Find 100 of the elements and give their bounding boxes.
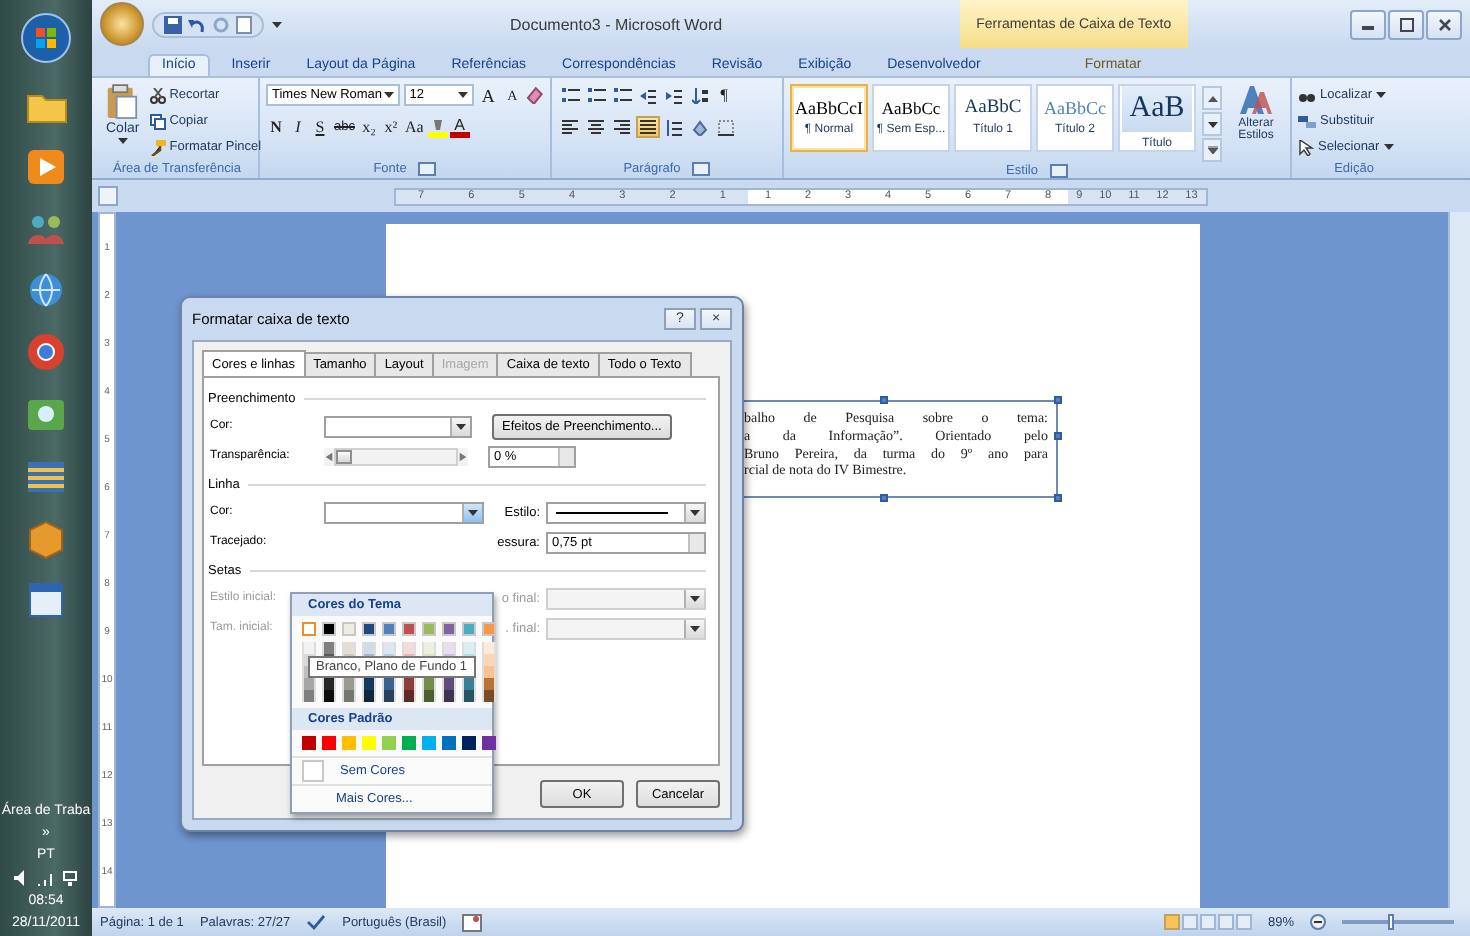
dialog-launcher-icon <box>418 159 437 177</box>
align-left-icon <box>562 119 578 135</box>
dialog-launcher-icon <box>692 159 711 177</box>
document-icon[interactable] <box>236 15 252 33</box>
scissors-icon <box>149 87 166 103</box>
caret-icon <box>690 595 700 601</box>
close-icon <box>1437 17 1451 31</box>
circle-icon[interactable] <box>24 330 68 374</box>
show-marks-button[interactable]: ¶ <box>714 84 734 106</box>
increase-indent-button[interactable] <box>662 84 686 106</box>
grow-font-button[interactable]: A <box>478 84 499 106</box>
window-title: Documento3 - Microsoft Word <box>510 15 723 33</box>
caret-icon <box>1376 92 1387 98</box>
caret-icon <box>456 423 466 429</box>
slider-right-arrow-icon[interactable] <box>458 447 468 465</box>
align-center-icon <box>588 119 604 135</box>
font-color-button[interactable]: A <box>449 116 470 138</box>
sort-button[interactable] <box>688 84 712 106</box>
align-button[interactable] <box>584 116 608 138</box>
scroll-up-button[interactable] <box>1202 86 1222 110</box>
align-button[interactable] <box>610 116 634 138</box>
format-button[interactable]: Aa <box>402 116 426 138</box>
color-swatch[interactable] <box>302 622 316 636</box>
caret-icon <box>690 625 700 631</box>
restore-icon <box>1399 17 1413 31</box>
format-button[interactable]: I <box>288 116 308 138</box>
play-icon[interactable] <box>24 144 68 188</box>
resize-handle[interactable] <box>1054 432 1062 440</box>
bullets-button[interactable] <box>558 84 582 106</box>
paintbrush-icon <box>149 139 166 155</box>
macro-icon[interactable] <box>462 913 483 931</box>
line-style-dropdown[interactable] <box>546 501 706 523</box>
borders-button[interactable] <box>714 116 738 138</box>
network-icon[interactable] <box>62 870 78 886</box>
minimize-button[interactable] <box>1350 9 1386 39</box>
color-shade-column[interactable] <box>482 642 496 702</box>
resize-handle[interactable] <box>880 396 888 404</box>
transparency-slider[interactable] <box>334 447 458 465</box>
zoom-out-icon[interactable] <box>1310 914 1326 930</box>
color-swatch[interactable] <box>482 736 496 750</box>
format-button[interactable]: x² <box>380 116 401 138</box>
align-right-icon <box>614 119 630 135</box>
letters-icon <box>1238 84 1274 116</box>
up-arrow-icon <box>1207 95 1217 101</box>
caret-icon <box>1383 144 1394 150</box>
decrease-indent-button[interactable] <box>636 84 660 106</box>
vertical-scrollbar[interactable] <box>1448 212 1470 908</box>
pointer-icon <box>1298 139 1314 155</box>
caret-icon <box>690 509 700 515</box>
caret-icon <box>458 92 469 98</box>
more-button[interactable] <box>1202 138 1222 162</box>
box-icon[interactable] <box>24 516 68 560</box>
signal-icon[interactable] <box>38 870 54 886</box>
customize-caret-icon <box>272 21 282 27</box>
highlighter-icon[interactable] <box>427 117 448 137</box>
close-button[interactable] <box>1426 9 1462 39</box>
restore-button[interactable] <box>1388 9 1424 39</box>
office-button[interactable] <box>100 2 144 46</box>
resize-handle[interactable] <box>880 494 888 502</box>
caret-icon <box>117 138 128 144</box>
replace-icon <box>1298 113 1316 129</box>
window-icon[interactable] <box>24 578 68 622</box>
numbering-button[interactable] <box>584 84 608 106</box>
slider-left-arrow-icon[interactable] <box>324 447 334 465</box>
zoom-slider-thumb[interactable] <box>1388 914 1395 930</box>
line-color-dropdown[interactable] <box>324 501 484 523</box>
line-spacing-button[interactable] <box>662 116 686 138</box>
caret-icon <box>383 92 394 98</box>
color-swatch[interactable] <box>422 736 436 750</box>
align-button[interactable] <box>636 116 660 138</box>
speaker-icon[interactable] <box>14 870 30 886</box>
clipboard-icon <box>106 84 139 120</box>
color-swatch[interactable] <box>322 736 336 750</box>
multilevel-list-button[interactable] <box>610 84 634 106</box>
dialog-launcher-icon <box>1049 162 1068 180</box>
caret-icon <box>468 509 478 515</box>
color-swatch[interactable] <box>442 736 456 750</box>
shading-button[interactable] <box>688 116 712 138</box>
format-button[interactable]: x₂ <box>358 116 379 138</box>
fill-color-dropdown[interactable] <box>324 415 472 437</box>
scroll-down-button[interactable] <box>1202 112 1222 136</box>
color-swatch[interactable] <box>382 736 396 750</box>
undo-icon[interactable] <box>188 15 206 33</box>
proofing-icon[interactable] <box>306 913 327 931</box>
copy-icon <box>149 113 166 129</box>
more-arrow-icon <box>1207 146 1217 154</box>
format-button[interactable]: S <box>310 116 330 138</box>
format-button[interactable]: N <box>266 116 286 138</box>
globe-icon[interactable] <box>24 268 68 312</box>
color-swatch[interactable] <box>402 736 416 750</box>
start-button[interactable] <box>20 12 72 64</box>
color-swatch[interactable] <box>462 736 476 750</box>
align-justify-icon <box>640 119 656 135</box>
save-icon[interactable] <box>164 15 182 33</box>
eraser-icon[interactable] <box>526 86 544 104</box>
resize-handle[interactable] <box>1054 396 1062 404</box>
color-swatch[interactable] <box>302 736 316 750</box>
align-button[interactable] <box>558 116 582 138</box>
transparency-slider-thumb[interactable] <box>336 449 352 463</box>
resize-handle[interactable] <box>1054 494 1062 502</box>
